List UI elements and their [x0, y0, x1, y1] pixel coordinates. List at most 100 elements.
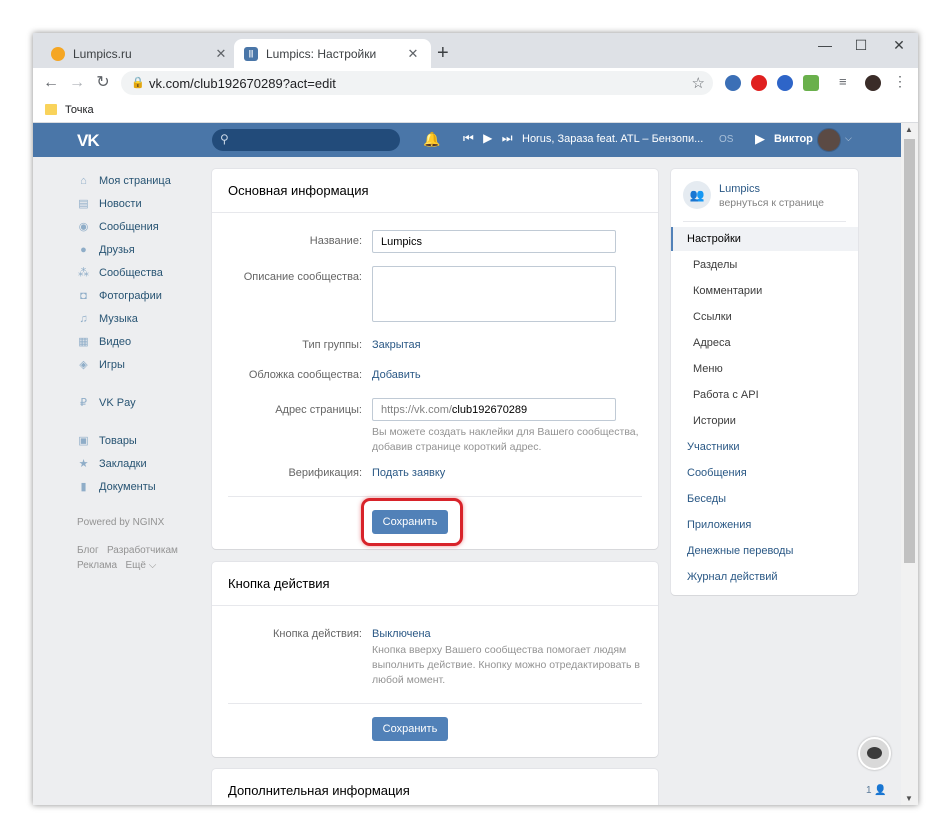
documents-icon: ▮: [80, 480, 87, 493]
action-button-value[interactable]: Выключена: [372, 628, 431, 640]
browser-toolbar: ← → ↻ 🔒 vk.com/club192670289?act=edit ☆ …: [33, 68, 918, 98]
profile-avatar-icon[interactable]: [865, 75, 881, 91]
nav-item-messages[interactable]: ◉ Сообщения: [77, 217, 159, 237]
menu-item-apps[interactable]: Приложения: [671, 513, 858, 537]
extension-music-icon[interactable]: [803, 75, 819, 91]
vk-search-input[interactable]: ⚲: [212, 129, 400, 151]
close-window-button[interactable]: ✕: [889, 37, 909, 54]
nav-item-photos[interactable]: ◘ Фотографии: [77, 286, 162, 306]
nav-item-news[interactable]: ▤ Новости: [77, 194, 142, 214]
nav-label: Видео: [99, 336, 132, 348]
nav-item-documents[interactable]: ▮ Документы: [77, 477, 155, 497]
tab-settings[interactable]: || Lumpics: Настройки ✕: [234, 39, 431, 68]
address-label: Адрес страницы:: [275, 404, 362, 416]
menu-item-messages[interactable]: Сообщения: [671, 461, 858, 485]
menu-item-addresses[interactable]: Адреса: [671, 331, 858, 355]
tab-lumpics[interactable]: Lumpics.ru ✕: [41, 39, 239, 68]
name-input[interactable]: Lumpics: [372, 230, 616, 253]
menu-item-chats[interactable]: Беседы: [671, 487, 858, 511]
menu-item-action-log[interactable]: Журнал действий: [671, 565, 858, 589]
club-name-link[interactable]: Lumpics: [719, 183, 760, 195]
page-scrollbar[interactable]: ▲ ▼: [901, 123, 918, 805]
new-tab-button[interactable]: +: [437, 43, 449, 63]
user-name[interactable]: Виктор: [774, 133, 813, 145]
player-controls[interactable]: ⏮ ▶ ⏭: [463, 131, 513, 146]
reading-list-icon[interactable]: ≡: [839, 74, 855, 90]
folder-icon: [45, 104, 57, 115]
scroll-down-icon[interactable]: ▼: [905, 794, 913, 803]
action-button-card: Кнопка действия Кнопка действия: Выключе…: [212, 562, 658, 757]
nav-item-my-page[interactable]: ⌂ Моя страница: [77, 171, 171, 191]
menu-item-stories[interactable]: Истории: [671, 409, 858, 433]
tab-close-icon[interactable]: ✕: [213, 46, 229, 62]
menu-item-members[interactable]: Участники: [671, 435, 858, 459]
nav-item-music[interactable]: ♫ Музыка: [77, 309, 138, 329]
group-avatar-icon[interactable]: 👥: [683, 181, 711, 209]
next-track-icon[interactable]: ⏭: [502, 131, 513, 145]
address-bar[interactable]: 🔒 vk.com/club192670289?act=edit ☆: [121, 71, 713, 95]
action-button-hint: Кнопка вверху Вашего сообщества помогает…: [372, 644, 640, 686]
menu-item-api[interactable]: Работа с API: [671, 383, 858, 407]
bookmark-tochka[interactable]: Точка: [65, 104, 94, 116]
menu-item-links[interactable]: Ссылки: [671, 305, 858, 329]
group-type-value[interactable]: Закрытая: [372, 339, 421, 351]
nav-item-friends[interactable]: ● Друзья: [77, 240, 135, 260]
menu-item-money-transfers[interactable]: Денежные переводы: [671, 539, 858, 563]
chat-avatar[interactable]: [858, 737, 891, 770]
menu-item-menu[interactable]: Меню: [671, 357, 858, 381]
nav-item-video[interactable]: ▦ Видео: [77, 332, 131, 352]
chat-widget[interactable]: 1 👤: [854, 733, 894, 805]
vk-logo[interactable]: VK: [77, 131, 100, 151]
action-button-label: Кнопка действия:: [272, 628, 362, 640]
powered-by: Powered by NGINX: [77, 517, 165, 528]
reload-icon[interactable]: ↻: [93, 73, 113, 93]
footer-link-developers[interactable]: Разработчикам: [107, 545, 178, 556]
cover-label: Обложка сообщества:: [248, 369, 362, 381]
browser-menu-icon[interactable]: ⋮: [893, 73, 909, 89]
user-avatar[interactable]: [817, 128, 841, 152]
music-icon: ♫: [79, 312, 88, 325]
verification-link[interactable]: Подать заявку: [372, 467, 445, 479]
chevron-down-icon[interactable]: ⌵: [845, 133, 852, 144]
footer-links-row-2: Реклама Ещё ⌵: [77, 560, 156, 571]
nav-item-goods[interactable]: ▣ Товары: [77, 431, 137, 451]
nav-item-games[interactable]: ◈ Игры: [77, 355, 125, 375]
back-icon[interactable]: ←: [41, 73, 61, 93]
menu-item-settings[interactable]: Настройки: [671, 227, 858, 251]
footer-link-blog[interactable]: Блог: [77, 545, 99, 556]
bookmark-star-icon[interactable]: ☆: [692, 74, 705, 92]
menu-item-sections[interactable]: Разделы: [671, 253, 858, 277]
nav-item-groups[interactable]: ⁂ Сообщества: [77, 263, 163, 283]
lock-icon: 🔒: [131, 77, 145, 89]
address-input[interactable]: https://vk.com/club192670289: [372, 398, 616, 421]
scroll-thumb[interactable]: [904, 139, 915, 563]
forward-icon[interactable]: →: [67, 73, 87, 93]
extension-shield-icon[interactable]: [725, 75, 741, 91]
address-prefix: https://vk.com/: [381, 403, 452, 416]
save-button[interactable]: Сохранить: [372, 717, 448, 741]
scroll-up-icon[interactable]: ▲: [905, 125, 913, 134]
extra-info-card: Дополнительная информация: [212, 769, 658, 805]
notifications-bell-icon[interactable]: 🔔: [423, 131, 440, 148]
add-cover-link[interactable]: Добавить: [372, 369, 421, 381]
description-textarea[interactable]: [372, 266, 616, 322]
play-icon[interactable]: ▶: [483, 131, 492, 145]
main-info-card: Основная информация Название: Lumpics Оп…: [212, 169, 658, 549]
back-to-page-link[interactable]: вернуться к странице: [719, 197, 824, 209]
footer-link-ads[interactable]: Реклама: [77, 560, 117, 571]
games-icon: ◈: [79, 358, 88, 371]
minimize-button[interactable]: —: [815, 37, 835, 53]
footer-link-more[interactable]: Ещё ⌵: [125, 560, 156, 571]
nav-item-bookmarks[interactable]: ★ Закладки: [77, 454, 147, 474]
divider: [212, 605, 658, 606]
user-play-icon: ▶: [755, 131, 765, 146]
extension-opera-icon[interactable]: [751, 75, 767, 91]
maximize-button[interactable]: ☐: [851, 37, 871, 54]
nav-item-vkpay[interactable]: ₽ VK Pay: [77, 393, 136, 413]
extension-vpn-icon[interactable]: [777, 75, 793, 91]
tab-close-icon[interactable]: ✕: [405, 46, 421, 62]
menu-item-comments[interactable]: Комментарии: [671, 279, 858, 303]
current-track[interactable]: Horus, Зараза feat. ATL – Бензопи...: [522, 133, 703, 145]
prev-track-icon[interactable]: ⏮: [463, 131, 474, 145]
nav-label: Новости: [99, 198, 142, 210]
